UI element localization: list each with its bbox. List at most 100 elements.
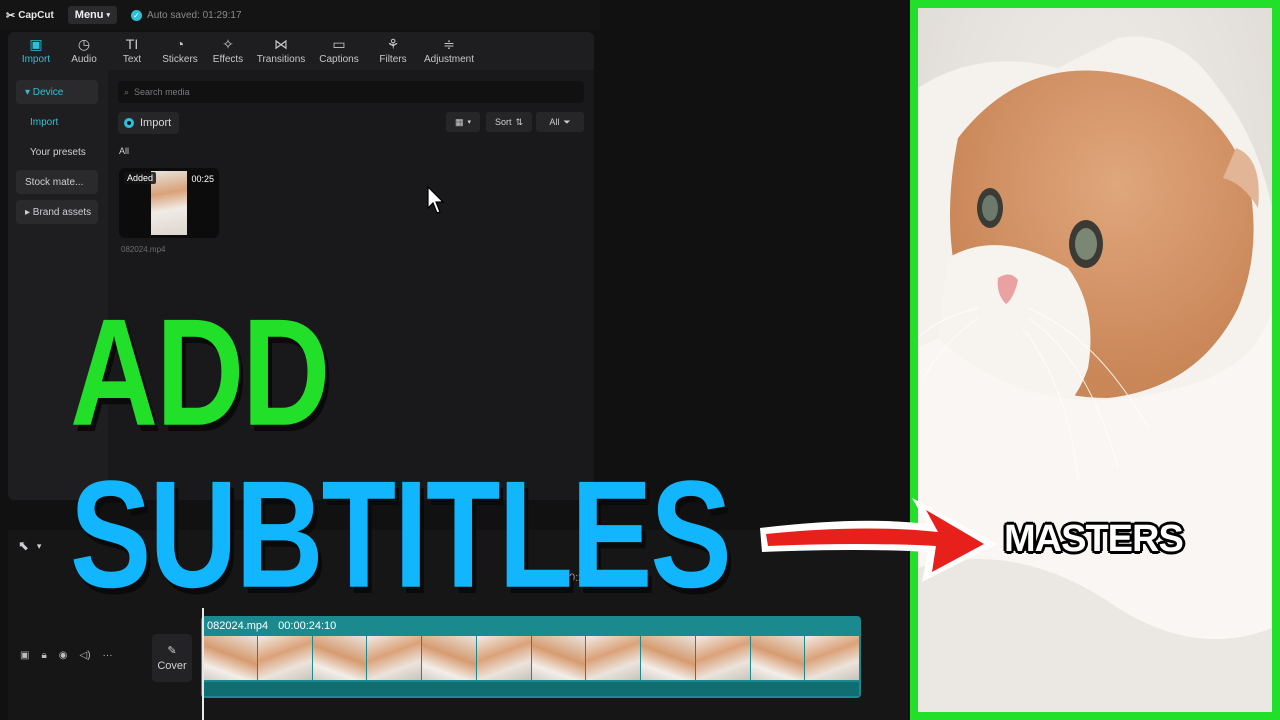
lock-icon[interactable]: 🔒︎ — [41, 650, 46, 661]
video-clip[interactable]: 082024.mp4 00:00:24:10 — [201, 616, 861, 698]
mouse-cursor-icon — [427, 186, 445, 214]
tab-captions[interactable]: ▭ Captions — [310, 32, 368, 70]
video-preview-image — [151, 171, 187, 235]
view-toggle-button[interactable]: ▦ ▾ — [446, 112, 480, 132]
import-button[interactable]: Import — [118, 112, 180, 134]
import-dot-icon — [124, 118, 134, 128]
sidebar-item-device[interactable]: ▾ Device — [16, 80, 98, 104]
clip-frame — [641, 636, 695, 680]
section-label-all: All — [119, 146, 130, 156]
clip-frame — [805, 636, 859, 680]
tab-label: Audio — [71, 54, 97, 65]
clip-duration: 00:00:24:10 — [278, 620, 337, 632]
tab-label: Filters — [379, 54, 407, 65]
timeline-toolbar: ⬉ ▾ — [18, 538, 41, 554]
thumbnail-canvas: ✂ CapCut Menu ▾ ✓ Auto saved: 01:29:17 ▣… — [0, 0, 1280, 720]
search-icon: ⌕ — [124, 86, 130, 97]
tab-label: Stickers — [162, 54, 198, 65]
added-badge: Added — [124, 172, 157, 184]
effects-icon: ✧ — [222, 36, 234, 52]
text-icon: TI — [125, 36, 139, 52]
clip-frame — [422, 636, 476, 680]
app-name: CapCut — [18, 9, 54, 21]
menu-button[interactable]: Menu ▾ — [67, 6, 118, 24]
sort-label: Sort — [494, 117, 512, 127]
stickers-icon: ◔ — [175, 36, 185, 52]
subtitle-caption: MASTERS — [1004, 518, 1184, 560]
clip-frame — [476, 636, 531, 680]
tab-transitions[interactable]: ⋈ Transitions — [252, 32, 310, 70]
filter-button[interactable]: All ⏷ — [536, 112, 584, 132]
tab-import[interactable]: ▣ Import — [12, 32, 60, 70]
tab-adjustment[interactable]: ≑ Adjustment — [418, 32, 480, 70]
import-icon: ▣ — [29, 36, 43, 52]
tab-label: Adjustment — [423, 54, 475, 65]
tab-label: Captions — [319, 54, 359, 65]
sort-icon: ⇅ — [515, 116, 524, 127]
chevron-down-icon: ▾ — [106, 12, 111, 19]
search-input[interactable]: ⌕ Search media — [118, 81, 584, 103]
media-thumbnail[interactable]: Added 00:25 — [119, 168, 219, 238]
tab-label: Text — [122, 54, 142, 65]
more-icon[interactable]: ··· — [103, 650, 113, 661]
media-filename: 082024.mp4 — [121, 245, 166, 254]
sort-button[interactable]: Sort ⇅ — [486, 112, 532, 132]
tab-label: Transitions — [256, 54, 306, 65]
captions-icon: ▭ — [332, 36, 346, 52]
clip-frame — [257, 636, 312, 680]
grid-icon: ▦ — [454, 116, 464, 127]
clip-frame — [203, 636, 257, 680]
capcut-logo-icon: ✂ — [6, 9, 16, 22]
video-preview — [910, 0, 1280, 720]
sidebar-item-import[interactable]: Import — [16, 110, 98, 134]
cover-button[interactable]: ✎ Cover — [152, 634, 192, 682]
sidebar-item-stock[interactable]: Stock mate... — [16, 170, 98, 194]
chevron-down-icon[interactable]: ▾ — [37, 538, 42, 554]
capcut-logo: ✂ CapCut — [6, 9, 54, 22]
clip-frame — [586, 636, 640, 680]
chevron-down-icon: ▾ — [467, 119, 472, 126]
filter-icon: ⏷ — [563, 116, 571, 127]
tab-text[interactable]: TI Text — [108, 32, 156, 70]
duration-label: 00:25 — [191, 174, 214, 184]
tab-stickers[interactable]: ◔ Stickers — [156, 32, 204, 70]
autosave-status: ✓ Auto saved: 01:29:17 — [131, 9, 242, 21]
clip-frame — [750, 636, 805, 680]
playhead[interactable] — [202, 608, 204, 720]
clip-title: 082024.mp4 00:00:24:10 — [207, 620, 336, 632]
autosave-text: Auto saved: 01:29:17 — [147, 9, 242, 21]
edit-pencil-icon: ✎ — [167, 645, 177, 657]
cat-photo — [918, 8, 1272, 712]
tab-label: Import — [21, 54, 51, 65]
tab-label: Effects — [212, 54, 244, 65]
headline-subtitles: SUBTITLES — [70, 449, 732, 620]
adjustment-icon: ≑ — [443, 36, 455, 52]
visibility-icon[interactable]: ◉ — [59, 650, 68, 661]
clip-frame — [312, 636, 367, 680]
tab-audio[interactable]: ◷ Audio — [60, 32, 108, 70]
clip-name: 082024.mp4 — [207, 620, 269, 632]
track-controls: ▣ 🔒︎ ◉ ◁) ··· — [20, 650, 113, 661]
filters-icon: ⚘ — [386, 36, 400, 52]
cover-label: Cover — [157, 660, 187, 672]
audio-waveform — [203, 682, 859, 696]
select-pointer-icon[interactable]: ⬉ — [18, 538, 29, 554]
top-bar: ✂ CapCut Menu ▾ ✓ Auto saved: 01:29:17 — [0, 0, 600, 30]
import-label: Import — [140, 117, 172, 129]
filter-label: All — [549, 117, 560, 127]
clip-frame — [695, 636, 750, 680]
sidebar-item-brand-assets[interactable]: ▸ Brand assets — [16, 200, 98, 224]
transitions-icon: ⋈ — [274, 36, 288, 52]
volume-icon[interactable]: ◁) — [80, 650, 91, 661]
track-type-icon[interactable]: ▣ — [20, 650, 29, 661]
audio-icon: ◷ — [77, 36, 91, 52]
clip-frame — [531, 636, 586, 680]
tab-filters[interactable]: ⚘ Filters — [368, 32, 418, 70]
search-placeholder: Search media — [134, 87, 190, 97]
menu-label: Menu — [74, 9, 104, 21]
headline-add: ADD — [70, 287, 330, 458]
sidebar-item-presets[interactable]: Your presets — [16, 140, 98, 164]
red-arrow-icon — [760, 498, 997, 582]
tab-effects[interactable]: ✧ Effects — [204, 32, 252, 70]
check-icon: ✓ — [131, 9, 143, 21]
